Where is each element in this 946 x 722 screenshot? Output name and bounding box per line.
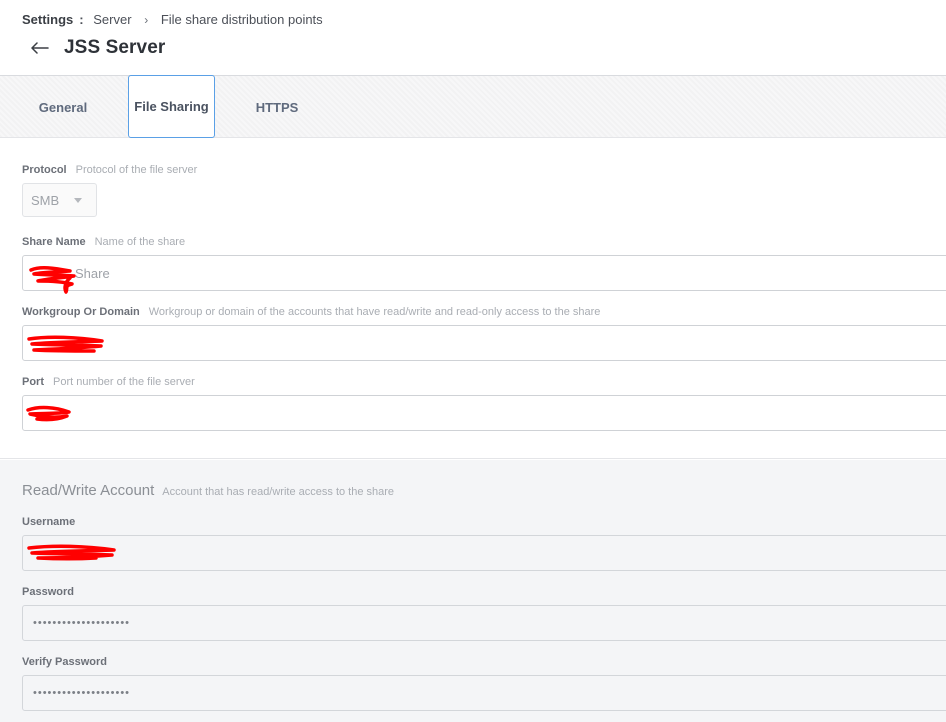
password-input[interactable]: •••••••••••••••••••• (22, 605, 946, 641)
workgroup-label-row: Workgroup Or Domain Workgroup or domain o… (22, 306, 600, 318)
password-label-row: Password (22, 586, 74, 598)
protocol-label: Protocol (22, 164, 67, 176)
verify-password-label-row: Verify Password (22, 656, 107, 668)
breadcrumb-item-current: File share distribution points (160, 12, 323, 27)
breadcrumb-root[interactable]: Settings (22, 12, 73, 27)
verify-password-value: •••••••••••••••••••• (33, 687, 131, 699)
tab-https[interactable]: HTTPS (240, 76, 314, 138)
share-name-label-row: Share Name Name of the share (22, 236, 185, 248)
port-input[interactable] (22, 395, 946, 431)
password-value: •••••••••••••••••••• (33, 617, 131, 629)
redaction-mark (27, 544, 116, 561)
username-label: Username (22, 516, 76, 528)
redaction-mark (29, 266, 76, 294)
workgroup-label: Workgroup Or Domain (22, 306, 140, 318)
breadcrumb-colon: : (79, 12, 84, 27)
port-label: Port (22, 376, 44, 388)
redaction-mark (27, 335, 104, 353)
read-write-account-title: Read/Write Account (22, 482, 155, 499)
share-name-label: Share Name (22, 236, 86, 248)
username-label-row: Username (22, 516, 75, 528)
workgroup-hint: Workgroup or domain of the accounts that… (148, 306, 601, 318)
tab-general[interactable]: General (22, 76, 104, 138)
verify-password-input[interactable]: •••••••••••••••••••• (22, 675, 946, 711)
read-write-account-hint: Account that has read/write access to th… (162, 486, 395, 498)
protocol-label-row: Protocol Protocol of the file server (22, 164, 197, 176)
port-hint: Port number of the file server (53, 376, 195, 388)
port-label-row: Port Port number of the file server (22, 376, 195, 388)
redaction-mark (26, 405, 71, 422)
share-name-input[interactable]: Share (22, 255, 946, 291)
tab-bar: General File Sharing HTTPS (0, 75, 946, 138)
share-name-hint: Name of the share (94, 236, 186, 248)
tab-file-sharing[interactable]: File Sharing (128, 75, 215, 138)
page-title: JSS Server (64, 37, 166, 58)
protocol-value: SMB (31, 192, 60, 208)
title-row: JSS Server (30, 36, 165, 60)
protocol-select[interactable]: SMB (22, 183, 97, 217)
password-label: Password (22, 586, 74, 598)
breadcrumb: Settings: Server › File share distributi… (22, 12, 323, 27)
caret-down-icon (74, 198, 82, 203)
read-write-account-title-row: Read/Write Account Account that has read/… (22, 482, 394, 500)
page-header: Settings: Server › File share distributi… (0, 0, 946, 76)
verify-password-label: Verify Password (22, 656, 107, 668)
protocol-hint: Protocol of the file server (75, 164, 198, 176)
left-arrow-icon[interactable] (30, 36, 50, 60)
chevron-right-icon: › (144, 13, 149, 27)
workgroup-input[interactable] (22, 325, 946, 361)
username-input[interactable] (22, 535, 946, 571)
share-name-value: Share (75, 265, 110, 281)
breadcrumb-item-server[interactable]: Server (93, 12, 131, 27)
